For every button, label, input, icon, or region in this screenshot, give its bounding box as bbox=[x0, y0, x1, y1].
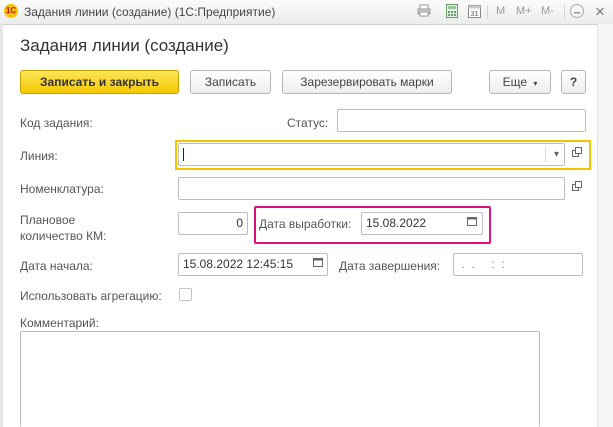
nomenclature-input[interactable] bbox=[178, 177, 565, 200]
end-date-input[interactable]: . . : : bbox=[453, 253, 583, 276]
use-aggregation-label: Использовать агрегацию: bbox=[20, 289, 162, 303]
calendar-icon[interactable]: 31 bbox=[467, 4, 482, 19]
open-link-icon[interactable] bbox=[566, 178, 587, 199]
planned-quantity-input[interactable]: 0 bbox=[178, 212, 248, 235]
status-label: Статус: bbox=[287, 116, 329, 130]
help-button[interactable]: ? bbox=[561, 70, 586, 94]
end-date-value: . . : : bbox=[458, 257, 505, 271]
more-label: Еще bbox=[502, 75, 528, 89]
comment-textarea[interactable] bbox=[20, 331, 540, 427]
comment-label: Комментарий: bbox=[20, 316, 99, 330]
window-title: Задания линии (создание) (1С:Предприятие… bbox=[24, 5, 276, 19]
planned-quantity-label-line1: Плановое bbox=[20, 213, 76, 227]
more-menu-button[interactable]: Еще ▾ bbox=[489, 70, 551, 94]
calculator-icon[interactable] bbox=[444, 4, 459, 19]
app-logo-icon: 1С bbox=[4, 4, 18, 18]
start-date-label: Дата начала: bbox=[20, 259, 93, 273]
svg-text:31: 31 bbox=[471, 11, 479, 18]
start-date-value: 15.08.2022 12:45:15 bbox=[183, 257, 294, 271]
window-frame bbox=[0, 24, 3, 427]
chevron-down-icon: ▾ bbox=[533, 79, 538, 88]
dropdown-arrow-icon[interactable]: ▾ bbox=[546, 144, 567, 165]
toolbar-separator bbox=[487, 5, 488, 19]
memory-add-button[interactable]: M+ bbox=[516, 5, 532, 17]
toolbar-separator bbox=[564, 5, 565, 19]
close-icon[interactable]: × bbox=[595, 2, 605, 22]
text-cursor bbox=[183, 148, 184, 161]
memory-store-button[interactable]: M bbox=[496, 5, 505, 17]
status-field[interactable] bbox=[337, 109, 586, 132]
save-and-close-button[interactable]: Записать и закрыть bbox=[20, 70, 179, 94]
use-aggregation-checkbox[interactable] bbox=[179, 288, 192, 301]
start-date-input[interactable]: 15.08.2022 12:45:15 bbox=[178, 253, 328, 276]
open-link-icon[interactable] bbox=[566, 144, 587, 165]
reserve-marks-button[interactable]: Зарезервировать марки bbox=[282, 70, 452, 94]
line-label: Линия: bbox=[20, 149, 58, 163]
minimize-icon[interactable] bbox=[569, 3, 585, 19]
nomenclature-label: Номенклатура: bbox=[20, 182, 104, 196]
calendar-icon[interactable] bbox=[461, 213, 482, 234]
production-date-value: 15.08.2022 bbox=[366, 216, 427, 230]
calendar-icon[interactable] bbox=[307, 254, 328, 275]
print-icon[interactable] bbox=[416, 4, 431, 19]
form-title: Задания линии (создание) bbox=[20, 36, 229, 55]
production-date-label: Дата выработки: bbox=[259, 217, 352, 231]
save-button[interactable]: Записать bbox=[190, 70, 271, 94]
planned-quantity-label-line2: количество КМ: bbox=[20, 229, 107, 243]
vertical-scrollbar[interactable] bbox=[597, 24, 613, 427]
end-date-label: Дата завершения: bbox=[339, 259, 441, 273]
task-code-label: Код задания: bbox=[20, 116, 93, 130]
line-input[interactable] bbox=[178, 143, 565, 166]
memory-subtract-button[interactable]: M- bbox=[541, 5, 554, 17]
